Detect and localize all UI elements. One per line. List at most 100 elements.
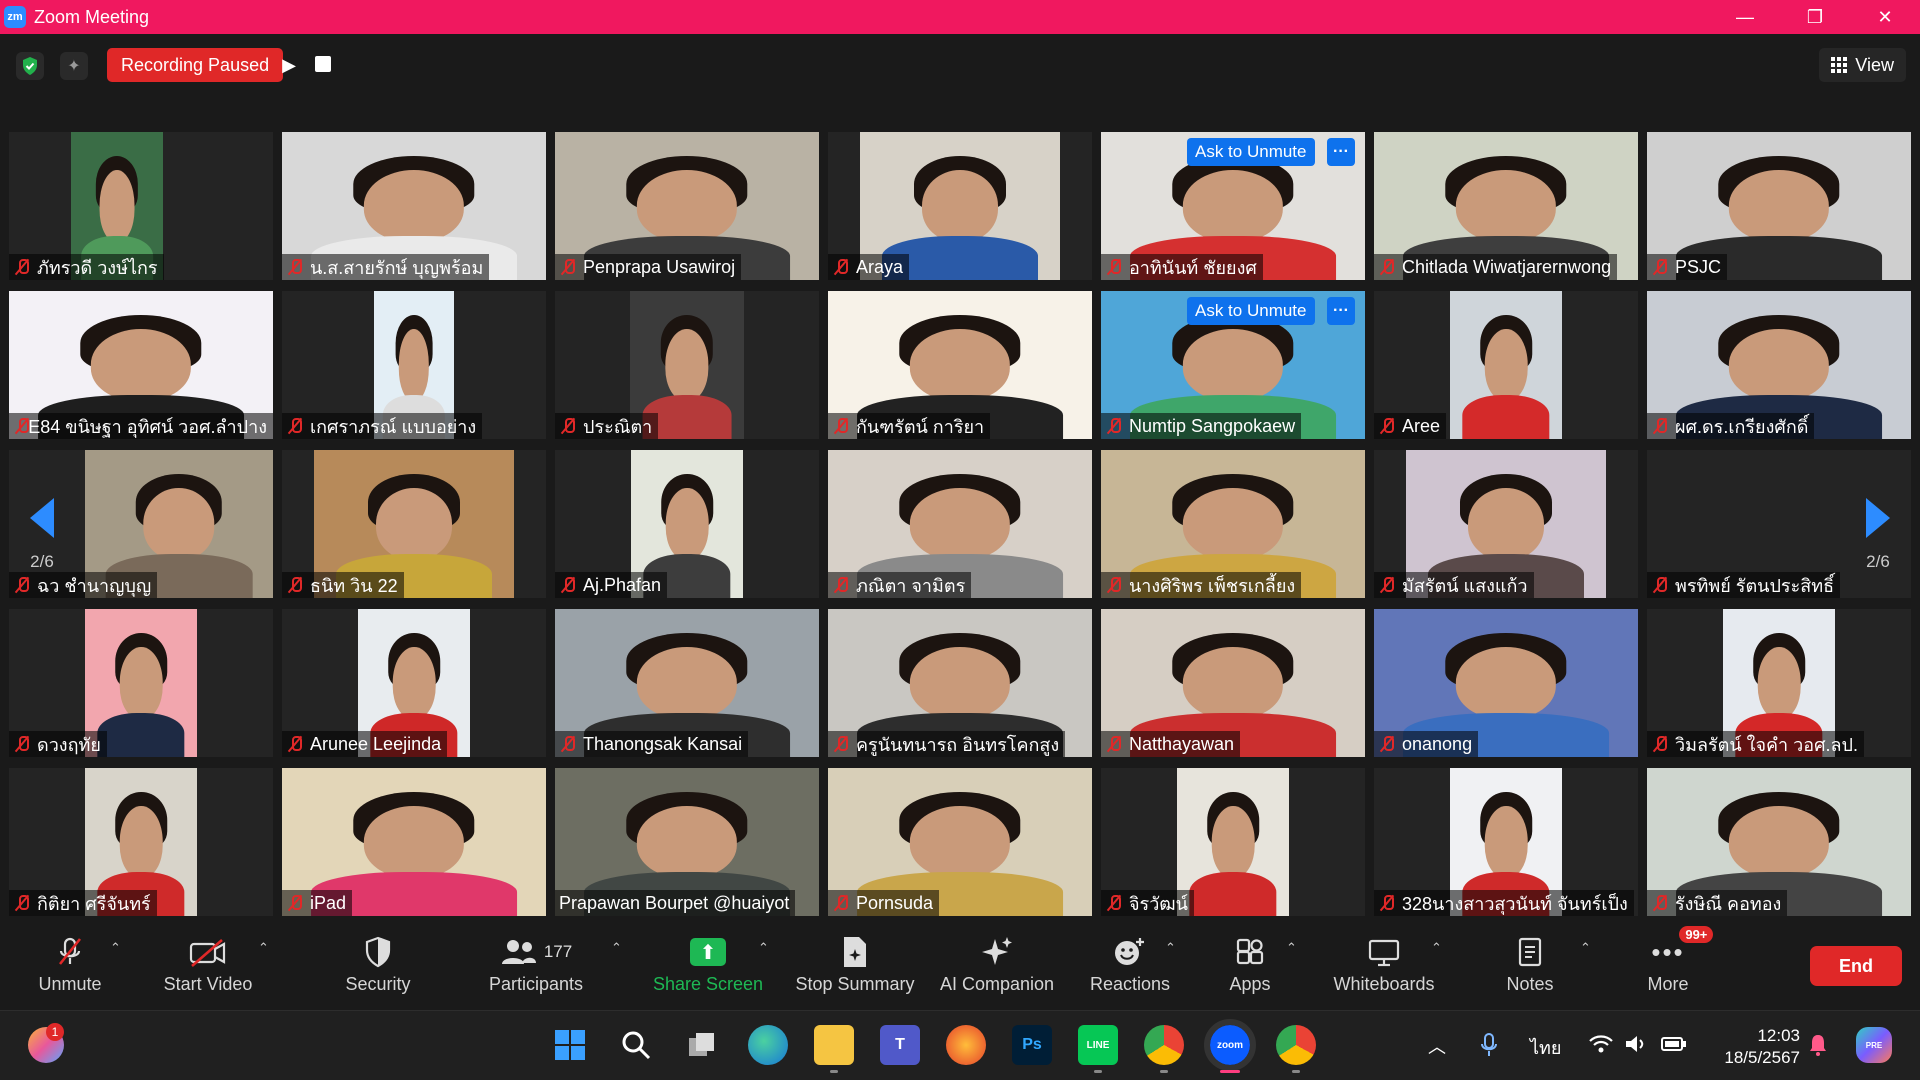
- microphone-tray-icon[interactable]: [1480, 1033, 1498, 1062]
- input-language[interactable]: ไทย: [1530, 1033, 1561, 1062]
- edge-browser-icon[interactable]: [748, 1025, 788, 1065]
- more-button[interactable]: ••• 99+ More: [1628, 926, 1714, 1006]
- participant-tile[interactable]: ภัทรวดี วงษ์ไกร: [9, 132, 273, 280]
- participant-tile[interactable]: onanong: [1374, 609, 1638, 757]
- participant-tile[interactable]: 328นางสาวสุวนันท์ จันทร์เป็ง: [1374, 768, 1638, 916]
- muted-mic-icon: [832, 894, 850, 912]
- notes-caret-icon[interactable]: ⌃: [1580, 940, 1591, 956]
- whiteboards-caret-icon[interactable]: ⌃: [1431, 940, 1442, 956]
- participant-tile[interactable]: วิมลรัตน์ ใจคำ วอศ.ลป.: [1647, 609, 1911, 757]
- stop-summary-button[interactable]: Stop Summary: [790, 934, 920, 1006]
- search-icon[interactable]: [616, 1025, 656, 1065]
- participants-caret-icon[interactable]: ⌃: [611, 940, 622, 956]
- start-video-button[interactable]: Start Video: [158, 934, 258, 1006]
- participant-tile[interactable]: รังษิณี คอทอง: [1647, 768, 1911, 916]
- participant-tile[interactable]: PSJC: [1647, 132, 1911, 280]
- participant-tile[interactable]: Arunee Leejinda: [282, 609, 546, 757]
- participant-tile[interactable]: Pornsuda: [828, 768, 1092, 916]
- ask-to-unmute-button[interactable]: Ask to Unmute: [1187, 138, 1315, 166]
- participant-tile[interactable]: อาทินันท์ ชัยยงศ Ask to Unmute ···: [1101, 132, 1365, 280]
- tile-more-options-icon[interactable]: ···: [1327, 138, 1355, 166]
- apps-caret-icon[interactable]: ⌃: [1286, 940, 1297, 956]
- participant-tile[interactable]: ประณิตา: [555, 291, 819, 439]
- whiteboards-button[interactable]: Whiteboards: [1324, 934, 1444, 1006]
- participant-tile[interactable]: ผศ.ดร.เกรียงศักดิ์: [1647, 291, 1911, 439]
- participant-tile[interactable]: มัสรัตน์ แสงแก้ว: [1374, 450, 1638, 598]
- more-dots-icon: ••• 99+: [1651, 926, 1714, 970]
- participant-tile[interactable]: จิรวัฒน์: [1101, 768, 1365, 916]
- participant-tile[interactable]: นางศิริพร เพ็ชรเกลี้ยง: [1101, 450, 1365, 598]
- participant-tile[interactable]: Chitlada Wiwatjarernwong: [1374, 132, 1638, 280]
- muted-mic-icon: [1105, 258, 1123, 276]
- battery-icon[interactable]: [1660, 1033, 1688, 1060]
- restore-button[interactable]: ❐: [1780, 0, 1850, 34]
- participant-tile[interactable]: กันฑรัตน์ การิยา: [828, 291, 1092, 439]
- participant-tile[interactable]: ดวงฤทัย: [9, 609, 273, 757]
- tile-more-options-icon[interactable]: ···: [1327, 297, 1355, 325]
- participant-nameplate: ธนิท วิน 22: [282, 572, 404, 598]
- title-bar: zm Zoom Meeting — ❐ ✕: [0, 0, 1920, 34]
- participants-button[interactable]: 177 Participants: [480, 934, 592, 1006]
- participant-tile[interactable]: Prapawan Bourpet @huaiyot: [555, 768, 819, 916]
- zoom-taskbar-icon[interactable]: zoom: [1204, 1019, 1256, 1073]
- participant-tile[interactable]: Natthayawan: [1101, 609, 1365, 757]
- end-meeting-button[interactable]: End: [1810, 946, 1902, 986]
- participant-tile[interactable]: Aree: [1374, 291, 1638, 439]
- video-options-caret-icon[interactable]: ⌃: [258, 940, 269, 956]
- wifi-icon[interactable]: [1588, 1033, 1614, 1060]
- file-explorer-icon[interactable]: [814, 1025, 854, 1073]
- resume-recording-icon[interactable]: ▶: [278, 52, 300, 78]
- encryption-shield-icon[interactable]: [16, 52, 44, 80]
- chrome-profile-icon[interactable]: [1276, 1025, 1316, 1073]
- line-app-icon[interactable]: LINE: [1078, 1025, 1118, 1073]
- muted-mic-icon: [1651, 894, 1669, 912]
- teams-icon[interactable]: T: [880, 1025, 920, 1065]
- close-button[interactable]: ✕: [1850, 0, 1920, 34]
- previous-page-button[interactable]: 2/6: [18, 498, 66, 572]
- ask-to-unmute-button[interactable]: Ask to Unmute: [1187, 297, 1315, 325]
- participant-nameplate: ภัทรวดี วงษ์ไกร: [9, 254, 164, 280]
- participant-tile[interactable]: ภณิตา จามิตร: [828, 450, 1092, 598]
- participant-tile[interactable]: Thanongsak Kansai: [555, 609, 819, 757]
- next-page-button[interactable]: 2/6: [1854, 498, 1902, 572]
- chrome-icon[interactable]: [1144, 1025, 1184, 1073]
- apps-button[interactable]: Apps: [1210, 934, 1290, 1006]
- participant-tile[interactable]: น.ส.สายรักษ์ บุญพร้อม: [282, 132, 546, 280]
- participant-tile[interactable]: ธนิท วิน 22: [282, 450, 546, 598]
- unmute-button[interactable]: Unmute: [30, 934, 110, 1006]
- participant-tile[interactable]: Araya: [828, 132, 1092, 280]
- volume-icon[interactable]: [1624, 1033, 1648, 1060]
- photoshop-icon[interactable]: Ps: [1012, 1025, 1052, 1065]
- share-options-caret-icon[interactable]: ⌃: [758, 940, 769, 956]
- participant-tile[interactable]: E84 ขนิษฐา อุทิศน์ วอศ.ลำปาง: [9, 291, 273, 439]
- muted-mic-icon: [1651, 576, 1669, 594]
- participant-nameplate: ภณิตา จามิตร: [828, 572, 972, 598]
- notification-bell-icon[interactable]: [1808, 1033, 1828, 1062]
- windows-start-icon[interactable]: [550, 1025, 590, 1065]
- tray-overflow-chevron-icon[interactable]: ︿: [1428, 1033, 1446, 1059]
- participant-name: จิรวัฒน์: [1129, 893, 1188, 914]
- muted-mic-icon: [13, 576, 31, 594]
- participant-tile[interactable]: เกศราภรณ์ แบบอย่าง: [282, 291, 546, 439]
- notes-button[interactable]: Notes: [1490, 934, 1570, 1006]
- participant-nameplate: ฉว ชำนาญบุญ: [9, 572, 158, 598]
- security-button[interactable]: Security: [338, 934, 418, 1006]
- minimize-button[interactable]: —: [1710, 0, 1780, 34]
- ai-sparkle-icon[interactable]: ✦: [60, 52, 88, 80]
- audio-options-caret-icon[interactable]: ⌃: [110, 940, 121, 956]
- participant-tile[interactable]: Numtip Sangpokaew Ask to Unmute ···: [1101, 291, 1365, 439]
- firefox-icon[interactable]: [946, 1025, 986, 1065]
- participant-tile[interactable]: iPad: [282, 768, 546, 916]
- stop-recording-icon[interactable]: [315, 56, 331, 72]
- system-clock[interactable]: 12:03 18/5/2567: [1724, 1025, 1800, 1069]
- reactions-caret-icon[interactable]: ⌃: [1165, 940, 1176, 956]
- share-screen-button[interactable]: ⬆ Share Screen: [652, 934, 764, 1006]
- participant-tile[interactable]: Aj.Phafan: [555, 450, 819, 598]
- task-view-icon[interactable]: [682, 1025, 722, 1065]
- participant-tile[interactable]: กิติยา ศรีจันทร์: [9, 768, 273, 916]
- ai-companion-button[interactable]: AI Companion: [932, 934, 1062, 1006]
- copilot-icon[interactable]: PRE: [1856, 1027, 1892, 1063]
- participant-tile[interactable]: Penprapa Usawiroj: [555, 132, 819, 280]
- participant-tile[interactable]: ครูนันทนารถ อินทรโคกสูง: [828, 609, 1092, 757]
- view-button[interactable]: View: [1819, 48, 1906, 82]
